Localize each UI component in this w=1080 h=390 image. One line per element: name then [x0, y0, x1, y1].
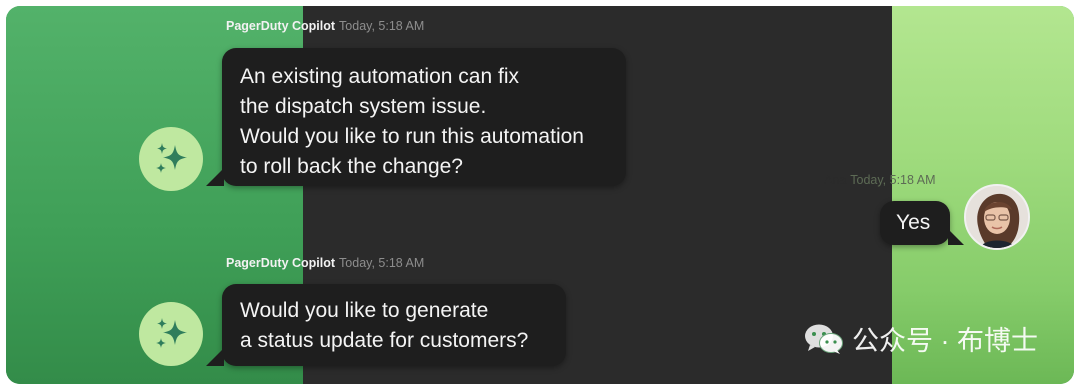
message-meta: PagerDuty Copilot Today, 5:18 AM — [226, 256, 424, 270]
sender-name: PagerDuty Copilot — [226, 256, 336, 270]
message-line: Would you like to generate — [240, 299, 489, 322]
user-photo — [966, 186, 1028, 248]
user-message-bubble: Yes — [880, 201, 964, 245]
watermark-text: 公众号 · 布博士 — [852, 326, 1038, 356]
message-line: the dispatch system issue. — [240, 95, 487, 118]
message-meta: Ana Today, 5:18 AM — [824, 173, 936, 187]
message-meta: PagerDuty Copilot Today, 5:18 AM — [226, 19, 424, 33]
wechat-icon — [805, 324, 843, 354]
message-line: a status update for customers? — [240, 329, 529, 352]
sender-name: Ana — [824, 173, 847, 187]
sparkle-icon — [156, 318, 187, 348]
message-line: Yes — [896, 211, 931, 234]
copilot-message-bubble: Would you like to generate a status upda… — [206, 284, 566, 366]
user-avatar — [964, 184, 1030, 250]
watermark: 公众号 · 布博士 — [804, 319, 1038, 358]
copilot-avatar — [139, 302, 203, 366]
sender-name: PagerDuty Copilot — [226, 19, 336, 33]
message-line: to roll back the change? — [240, 155, 463, 178]
timestamp: Today, 5:18 AM — [850, 173, 936, 187]
sparkle-icon — [156, 143, 187, 173]
timestamp: Today, 5:18 AM — [339, 19, 425, 33]
message-line: An existing automation can fix — [240, 65, 519, 88]
copilot-avatar — [139, 127, 203, 191]
timestamp: Today, 5:18 AM — [339, 256, 425, 270]
chat-illustration: PagerDuty Copilot Today, 5:18 AM An exist… — [6, 6, 1074, 384]
copilot-message-bubble: An existing automation can fix the dispa… — [206, 48, 626, 186]
message-line: Would you like to run this automation — [240, 125, 584, 148]
